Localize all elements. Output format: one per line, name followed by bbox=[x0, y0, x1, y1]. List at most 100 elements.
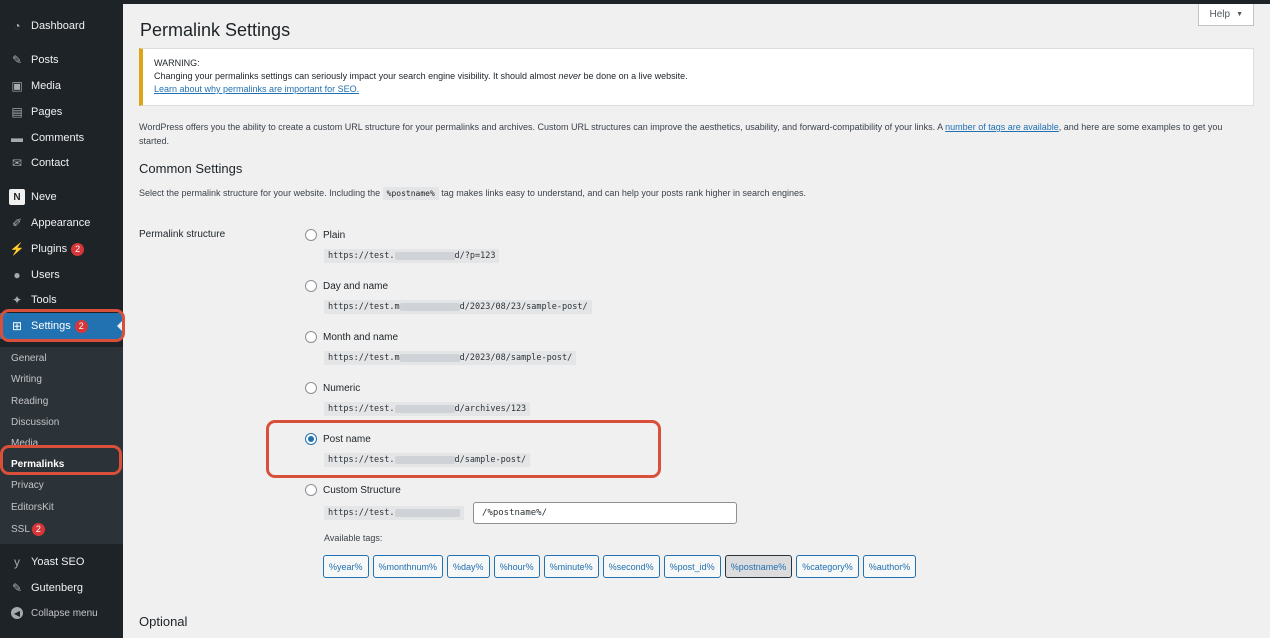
sidebar-item-tools[interactable]: ✦ Tools bbox=[0, 287, 123, 313]
option-day-and-name[interactable]: Day and name bbox=[305, 280, 388, 292]
sidebar-item-label: Comments bbox=[31, 132, 85, 144]
submenu-item-label: SSL bbox=[11, 524, 30, 535]
envelope-icon: ✉ bbox=[11, 156, 23, 170]
tag-button-second[interactable]: %second% bbox=[602, 555, 660, 578]
option-month-and-name[interactable]: Month and name bbox=[305, 331, 398, 343]
intro-text: WordPress offers you the ability to crea… bbox=[139, 122, 946, 132]
sidebar-item-label: Pages bbox=[31, 106, 63, 118]
sidebar-item-gutenberg[interactable]: ✎ Gutenberg bbox=[0, 575, 123, 601]
yoast-icon: y bbox=[14, 555, 20, 569]
submenu-item-ssl[interactable]: SSL 2 bbox=[11, 523, 45, 536]
pin-icon: ✎ bbox=[11, 53, 23, 67]
sidebar-item-comments[interactable]: ▬ Comments bbox=[0, 125, 123, 151]
sidebar-item-label: Dashboard bbox=[31, 20, 85, 32]
sidebar-item-neve[interactable]: N Neve bbox=[0, 184, 123, 210]
seo-learn-more-link[interactable]: Learn about why permalinks are important… bbox=[154, 84, 359, 94]
desc-text: tag makes links easy to understand, and … bbox=[438, 188, 807, 198]
option-numeric[interactable]: Numeric bbox=[305, 382, 360, 394]
admin-sidebar: ◔ Dashboard ✎ Posts ▣ Media ▤ Pages ▬ Comment… bbox=[0, 4, 123, 638]
redacted-domain bbox=[399, 302, 460, 311]
radio-post-name[interactable] bbox=[305, 433, 317, 445]
radio-numeric[interactable] bbox=[305, 382, 317, 394]
available-tags-list: %year% %monthnum% %day% %hour% %minute% … bbox=[323, 555, 917, 578]
tag-button-category[interactable]: %category% bbox=[796, 555, 859, 578]
radio-day-and-name[interactable] bbox=[305, 280, 317, 292]
available-tags-label: Available tags: bbox=[324, 533, 383, 543]
url-example-month-and-name: https://test.m d/2023/08/sample-post/ bbox=[324, 351, 577, 365]
collapse-menu-button[interactable]: ◀ Collapse menu bbox=[0, 600, 123, 626]
desc-text: Select the permalink structure for your … bbox=[139, 188, 383, 198]
url-example-day-and-name: https://test.m d/2023/08/23/sample-post/ bbox=[324, 300, 592, 314]
radio-custom-structure[interactable] bbox=[305, 484, 317, 496]
radio-month-and-name[interactable] bbox=[305, 331, 317, 343]
pencil-icon: ✎ bbox=[11, 581, 23, 595]
custom-structure-base-url: https://test. bbox=[324, 506, 464, 520]
redacted-domain bbox=[399, 353, 460, 362]
option-custom-structure[interactable]: Custom Structure bbox=[305, 484, 401, 496]
sidebar-item-label: Neve bbox=[31, 191, 57, 203]
url-prefix: https://test. bbox=[328, 251, 395, 261]
redacted-domain bbox=[394, 455, 455, 464]
tag-button-post-id[interactable]: %post_id% bbox=[663, 555, 721, 578]
structure-description: Select the permalink structure for your … bbox=[139, 187, 807, 200]
tag-button-monthnum[interactable]: %monthnum% bbox=[372, 555, 444, 578]
tag-button-minute[interactable]: %minute% bbox=[543, 555, 599, 578]
option-plain[interactable]: Plain bbox=[305, 229, 345, 241]
help-tab-button[interactable]: Help ▼ bbox=[1198, 4, 1254, 26]
sidebar-item-dashboard[interactable]: ◔ Dashboard bbox=[0, 13, 123, 39]
redacted-domain bbox=[394, 508, 460, 517]
submenu-item-privacy[interactable]: Privacy bbox=[11, 480, 44, 491]
warning-emphasis: never bbox=[558, 71, 582, 81]
tag-button-hour[interactable]: %hour% bbox=[493, 555, 540, 578]
custom-structure-input[interactable]: /%postname%/ bbox=[473, 502, 737, 524]
redacted-domain bbox=[394, 404, 455, 413]
settings-submenu: General Writing Reading Discussion Media… bbox=[0, 347, 123, 544]
warning-text-part: be done on a live website. bbox=[581, 71, 688, 81]
url-suffix: d/?p=123 bbox=[454, 251, 496, 261]
plug-icon: ⚡ bbox=[9, 242, 25, 256]
pages-icon: ▤ bbox=[11, 105, 23, 119]
sidebar-item-users[interactable]: ● Users bbox=[0, 262, 123, 288]
url-suffix: d/sample-post/ bbox=[454, 455, 527, 465]
radio-plain[interactable] bbox=[305, 229, 317, 241]
tag-button-postname[interactable]: %postname% bbox=[724, 555, 793, 578]
url-example-plain: https://test. d/?p=123 bbox=[324, 249, 500, 263]
sidebar-item-media[interactable]: ▣ Media bbox=[0, 73, 123, 99]
url-prefix: https://test. bbox=[328, 404, 395, 414]
tag-button-day[interactable]: %day% bbox=[447, 555, 490, 578]
sidebar-item-label: Media bbox=[31, 80, 61, 92]
url-suffix: d/archives/123 bbox=[454, 404, 527, 414]
help-label: Help bbox=[1209, 9, 1231, 20]
settings-icon: ⊞ bbox=[11, 319, 23, 333]
update-count-badge: 2 bbox=[74, 319, 88, 333]
submenu-item-reading[interactable]: Reading bbox=[11, 396, 48, 407]
sidebar-item-contact[interactable]: ✉ Contact bbox=[0, 150, 123, 176]
option-label: Plain bbox=[323, 229, 346, 241]
page-title: Permalink Settings bbox=[140, 20, 291, 40]
sidebar-item-label: Tools bbox=[31, 294, 57, 306]
sidebar-item-appearance[interactable]: ✐ Appearance bbox=[0, 210, 123, 236]
warning-title: WARNING: bbox=[154, 58, 200, 68]
sidebar-item-pages[interactable]: ▤ Pages bbox=[0, 99, 123, 125]
available-tags-link[interactable]: number of tags are available bbox=[945, 122, 1059, 132]
sidebar-item-plugins[interactable]: ⚡ Plugins 2 bbox=[0, 236, 123, 262]
option-post-name[interactable]: Post name bbox=[305, 433, 371, 445]
sidebar-item-settings[interactable]: ⊞ Settings 2 bbox=[0, 313, 123, 339]
submenu-item-editorskit[interactable]: EditorsKit bbox=[11, 502, 54, 513]
submenu-item-media[interactable]: Media bbox=[11, 438, 38, 449]
submenu-item-general[interactable]: General bbox=[11, 353, 47, 364]
submenu-item-discussion[interactable]: Discussion bbox=[11, 417, 59, 428]
sidebar-item-yoast[interactable]: y Yoast SEO bbox=[0, 549, 123, 575]
url-suffix: d/2023/08/23/sample-post/ bbox=[459, 302, 588, 312]
permalink-structure-label: Permalink structure bbox=[139, 229, 226, 240]
submenu-item-writing[interactable]: Writing bbox=[11, 374, 42, 385]
tag-button-year[interactable]: %year% bbox=[323, 555, 369, 578]
sidebar-item-posts[interactable]: ✎ Posts bbox=[0, 47, 123, 73]
tag-button-author[interactable]: %author% bbox=[862, 555, 917, 578]
url-example-post-name: https://test. d/sample-post/ bbox=[324, 453, 531, 467]
media-icon: ▣ bbox=[11, 79, 23, 93]
collapse-icon: ◀ bbox=[11, 607, 23, 619]
update-count-badge: 2 bbox=[71, 242, 85, 256]
submenu-item-permalinks[interactable]: Permalinks bbox=[11, 459, 64, 470]
url-prefix: https://test. bbox=[328, 455, 395, 465]
